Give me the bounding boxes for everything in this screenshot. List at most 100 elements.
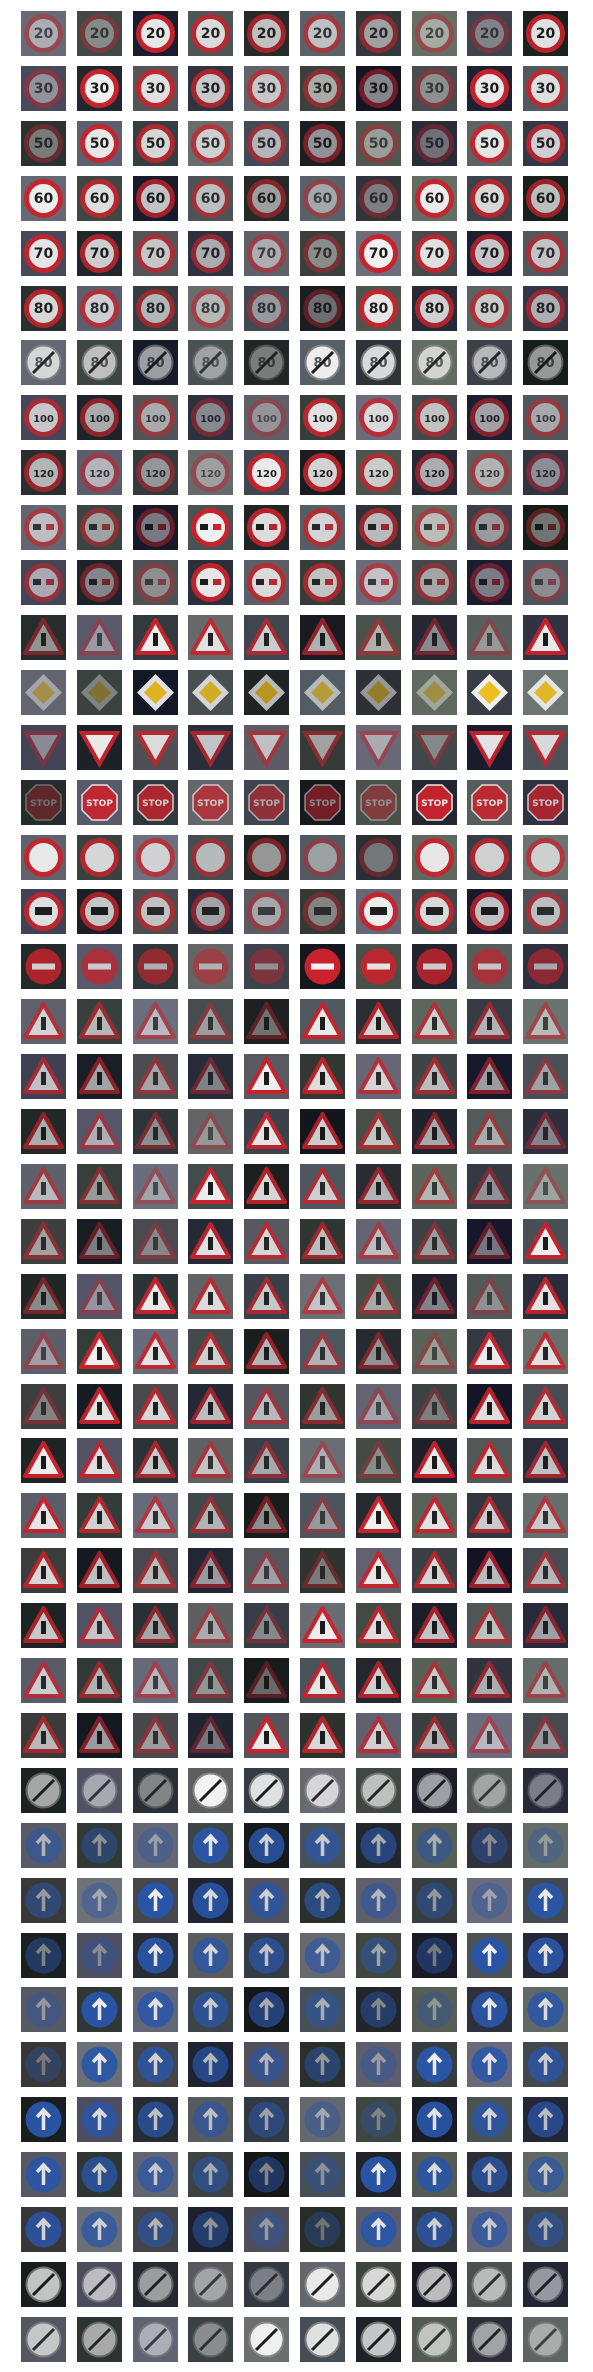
sign-turn-right-ahead-icon (355, 1822, 401, 1868)
sign-image (300, 1932, 345, 1978)
sign-image: 120 (244, 450, 290, 496)
sign-image (523, 2261, 569, 2307)
sign-image (467, 505, 513, 551)
sign-image (300, 1712, 345, 1758)
sign-turn-left-ahead-icon (355, 1877, 401, 1923)
sign-warning-curve-right-icon (188, 1109, 234, 1154)
sign-warning-road-work-icon (188, 1383, 234, 1429)
sign-warning-ice-snow-icon (300, 1658, 345, 1703)
sign-warning-general-icon (300, 999, 345, 1045)
sign-warning-curve-right-icon (76, 1109, 122, 1154)
sign-image (300, 1163, 345, 1209)
sign-image (21, 1932, 66, 1978)
sign-image: 30 (76, 65, 122, 111)
sign-end-no-overtaking-trucks-icon (132, 2316, 178, 2362)
sign-image (244, 999, 290, 1045)
sign-roundabout-icon (355, 2207, 401, 2252)
sign-image (188, 1328, 234, 1374)
sign-roundabout-icon (76, 2207, 122, 2252)
sign-warning-curve-left-icon (411, 1054, 457, 1100)
sign-image (355, 2152, 401, 2198)
sign-image (467, 1712, 513, 1758)
sign-warning-ice-snow-icon (244, 1658, 290, 1703)
sign-image (132, 614, 178, 660)
sign-image (21, 2261, 66, 2307)
sign-speed-icon: 30 (300, 65, 345, 111)
sign-image: 60 (355, 175, 401, 221)
sign-warning-bicycles-icon (411, 1603, 457, 1649)
sign-warning-children-icon (411, 1548, 457, 1594)
sign-image (188, 2261, 234, 2307)
sign-warning-road-narrows-icon (411, 1328, 457, 1374)
sign-image (300, 1493, 345, 1539)
sign-speed-icon: 20 (76, 11, 122, 56)
sign-image (76, 2316, 122, 2362)
sign-end-no-overtaking-icon (300, 2261, 345, 2307)
sign-end-no-overtaking-icon (244, 2261, 290, 2307)
sign-stop-icon: STOP (21, 779, 66, 825)
sign-end-speed-icon: 80 (76, 340, 122, 386)
sign-image (411, 1822, 457, 1868)
svg-text:50: 50 (480, 136, 500, 152)
sign-image (523, 2097, 569, 2143)
sign-warning-curve-left-icon (467, 1054, 513, 1100)
sign-image: 20 (411, 11, 457, 56)
sign-warning-wild-animals-icon (132, 1712, 178, 1758)
sign-speed-icon: 100 (76, 395, 122, 441)
sign-image: STOP (132, 779, 178, 825)
sign-warning-traffic-signals-icon (244, 1438, 290, 1484)
sign-image (300, 2316, 345, 2362)
sign-image: 20 (300, 11, 345, 56)
sign-image (76, 505, 122, 551)
sign-warning-road-narrows-icon (467, 1328, 513, 1374)
sign-image (21, 614, 66, 660)
sign-image: 120 (188, 450, 234, 496)
sign-warning-road-work-icon (76, 1383, 122, 1429)
sign-keep-left-icon (467, 2152, 513, 2198)
sign-image (76, 2207, 122, 2252)
sign-warning-bumpy-road-icon (76, 1218, 122, 1264)
sign-warning-road-work-icon (355, 1383, 401, 1429)
sign-ahead-only-icon (523, 1932, 569, 1978)
sign-image (355, 614, 401, 660)
sign-image (355, 560, 401, 605)
sign-no-vehicles-icon (244, 834, 290, 880)
svg-text:100: 100 (424, 414, 445, 425)
sign-image (467, 1548, 513, 1594)
svg-text:50: 50 (424, 136, 444, 152)
sign-no-overtaking-trucks-icon (523, 560, 569, 605)
sign-image (523, 1822, 569, 1868)
sign-speed-icon: 80 (411, 285, 457, 331)
sign-image (355, 1822, 401, 1868)
sign-image: 70 (467, 230, 513, 276)
sign-priority-road-icon (467, 669, 513, 715)
sign-image (523, 834, 569, 880)
sign-image (76, 1438, 122, 1484)
sign-warning-pedestrians-icon (244, 1493, 290, 1539)
sign-no-overtaking-trucks-icon (411, 560, 457, 605)
sign-turn-left-ahead-icon (523, 1877, 569, 1923)
sign-no-trucks-icon (523, 889, 569, 935)
svg-text:20: 20 (145, 26, 165, 42)
sign-image (355, 1493, 401, 1539)
sign-image (21, 944, 66, 990)
sign-image: 30 (467, 65, 513, 111)
sign-image: STOP (411, 779, 457, 825)
svg-text:120: 120 (89, 469, 110, 480)
sign-image (132, 2042, 178, 2088)
svg-text:80: 80 (90, 301, 110, 317)
sign-image (355, 1987, 401, 2033)
sign-keep-right-icon (523, 2097, 569, 2143)
svg-text:60: 60 (34, 191, 54, 207)
sign-image (244, 1163, 290, 1209)
sign-no-entry-icon (76, 944, 122, 990)
sign-warning-general-icon (76, 999, 122, 1045)
sign-speed-icon: 30 (411, 65, 457, 111)
sign-warning-pedestrians-icon (132, 1493, 178, 1539)
sign-image (188, 1109, 234, 1154)
sign-image (21, 1109, 66, 1154)
sign-image (300, 614, 345, 660)
sign-image (188, 2207, 234, 2252)
sign-image: 80 (467, 285, 513, 331)
sign-no-entry-icon (21, 944, 66, 990)
